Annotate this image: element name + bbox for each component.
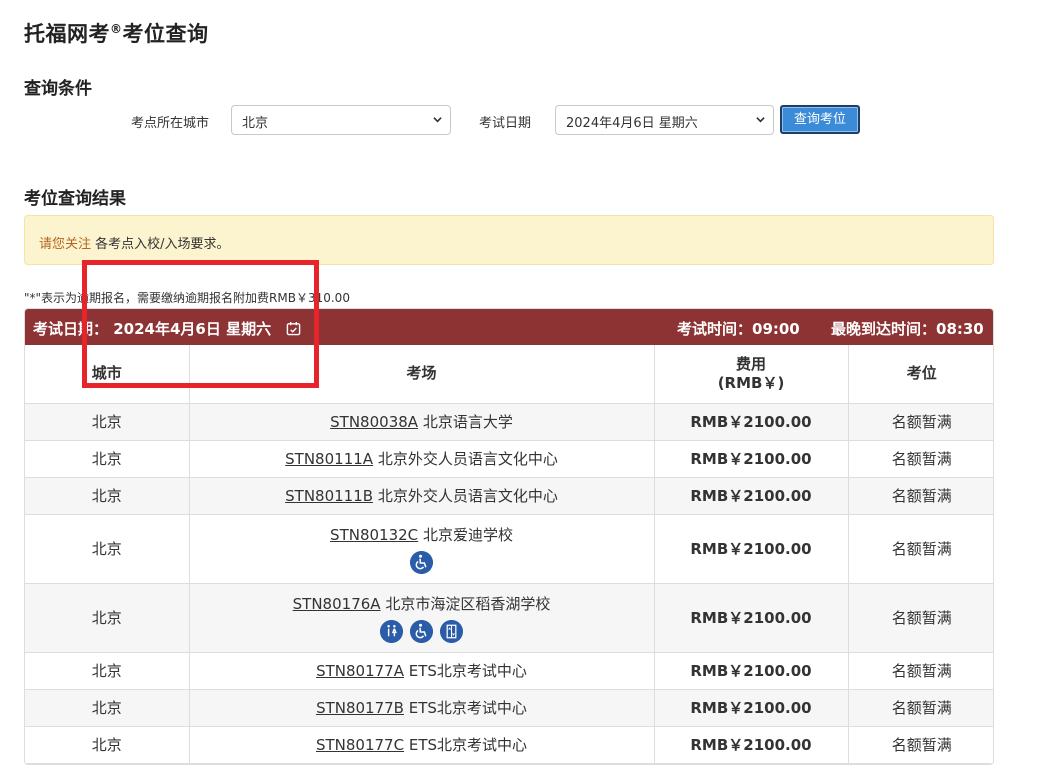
wheelchair-icon (410, 619, 433, 643)
chevron-down-icon (756, 117, 765, 123)
cell-venue: STN80177A ETS北京考试中心 (189, 652, 655, 690)
calendar-check-icon[interactable] (286, 321, 301, 336)
results-table: 城市 考场 费用 (RMB￥) 考位 北京 STN80038A 北京语言大学 RM… (25, 345, 993, 764)
alert-text: 各考点入校/入场要求。 (91, 237, 230, 252)
cell-fee: RMB￥2100.00 (654, 440, 849, 478)
cell-seat: 名额暂满 (848, 514, 993, 584)
late-registration-note: "*"表示为逾期报名，需要缴纳逾期报名附加费RMB￥310.00 (24, 291, 350, 305)
elevator-icon (439, 619, 463, 643)
page-title: 托福网考®考位查询 (24, 22, 209, 46)
table-row: 北京 STN80177B ETS北京考试中心 RMB￥2100.00 名额暂满 (25, 689, 993, 727)
venue-name: 北京市海淀区稻香湖学校 (385, 594, 551, 613)
cell-venue: STN80177B ETS北京考试中心 (189, 689, 655, 727)
cell-fee: RMB￥2100.00 (654, 514, 849, 584)
venue-code-link[interactable]: STN80177C (316, 736, 404, 754)
restroom-icon (380, 619, 404, 643)
chevron-down-icon (433, 117, 442, 123)
notice-alert: 请您关注 各考点入校/入场要求。 (24, 215, 994, 265)
table-row: 北京 STN80177C ETS北京考试中心 RMB￥2100.00 名额暂满 (25, 726, 993, 764)
table-row: 北京 STN80111A 北京外交人员语言文化中心 RMB￥2100.00 名额… (25, 440, 993, 478)
cell-fee: RMB￥2100.00 (654, 689, 849, 727)
cell-city: 北京 (25, 514, 190, 584)
cell-city: 北京 (25, 689, 190, 727)
cell-seat: 名额暂满 (848, 583, 993, 653)
query-form: 考点所在城市 北京 考试日期 2024年4月6日 星期六 查询考位 (0, 105, 1052, 135)
venue-code-link[interactable]: STN80177B (316, 699, 404, 717)
header-city: 城市 (25, 345, 190, 404)
cell-venue: STN80176A 北京市海淀区稻香湖学校 (189, 583, 655, 653)
cell-city: 北京 (25, 440, 190, 478)
cell-city: 北京 (25, 652, 190, 690)
cell-venue: STN80132C 北京爱迪学校 (189, 514, 655, 584)
cell-fee: RMB￥2100.00 (654, 726, 849, 764)
venue-name: ETS北京考试中心 (408, 699, 527, 717)
venue-name: 北京爱迪学校 (422, 525, 513, 544)
cell-fee: RMB￥2100.00 (654, 583, 849, 653)
cell-seat: 名额暂满 (848, 477, 993, 515)
cell-city: 北京 (25, 477, 190, 515)
venue-name: ETS北京考试中心 (408, 662, 527, 680)
cell-fee: RMB￥2100.00 (654, 652, 849, 690)
date-label: 考试日期 (479, 116, 532, 131)
cell-seat: 名额暂满 (848, 440, 993, 478)
cell-seat: 名额暂满 (848, 689, 993, 727)
exam-time: 考试时间：09:00 (677, 320, 800, 338)
date-select[interactable]: 2024年4月6日 星期六 (555, 105, 774, 135)
cell-venue: STN80038A 北京语言大学 (189, 403, 655, 441)
table-row: 北京 STN80111B 北京外交人员语言文化中心 RMB￥2100.00 名额… (25, 477, 993, 515)
results-table-panel: 考试日期： 2024年4月6日 星期六 考试时间：09:00 最晚到达时间：08… (24, 308, 994, 765)
cell-seat: 名额暂满 (848, 652, 993, 690)
exam-date-value: 2024年4月6日 星期六 (113, 320, 272, 338)
cell-venue: STN80111B 北京外交人员语言文化中心 (189, 477, 655, 515)
wheelchair-icon (410, 550, 433, 574)
venue-code-link[interactable]: STN80177A (316, 662, 404, 680)
table-row: 北京 STN80177A ETS北京考试中心 RMB￥2100.00 名额暂满 (25, 652, 993, 690)
header-fee: 费用 (RMB￥) (654, 345, 849, 404)
query-seats-button[interactable]: 查询考位 (780, 105, 860, 134)
result-section-title: 考位查询结果 (24, 189, 126, 209)
venue-code-link[interactable]: STN80176A (293, 595, 381, 613)
table-row: 北京 STN80038A 北京语言大学 RMB￥2100.00 名额暂满 (25, 403, 993, 441)
venue-name: 北京外交人员语言文化中心 (377, 487, 558, 505)
latest-arrival-time: 最晚到达时间：08:30 (831, 320, 984, 338)
venue-name: ETS北京考试中心 (408, 736, 528, 754)
alert-highlight-link[interactable]: 请您关注 (39, 237, 91, 252)
cell-fee: RMB￥2100.00 (654, 403, 849, 441)
exam-date-bar: 考试日期： 2024年4月6日 星期六 考试时间：09:00 最晚到达时间：08… (25, 309, 993, 345)
cell-venue: STN80177C ETS北京考试中心 (189, 726, 655, 764)
table-row: 北京 STN80176A 北京市海淀区稻香湖学校 RMB￥2100.00 名额暂… (25, 583, 993, 653)
city-select-value: 北京 (242, 116, 269, 131)
city-label: 考点所在城市 (131, 116, 210, 131)
venue-code-link[interactable]: STN80038A (330, 413, 418, 431)
date-select-value: 2024年4月6日 星期六 (566, 116, 698, 131)
cell-fee: RMB￥2100.00 (654, 477, 849, 515)
cell-seat: 名额暂满 (848, 726, 993, 764)
header-venue: 考场 (189, 345, 655, 404)
table-header-row: 城市 考场 费用 (RMB￥) 考位 (25, 345, 993, 404)
cell-city: 北京 (25, 583, 190, 653)
venue-code-link[interactable]: STN80111B (285, 487, 373, 505)
venue-name: 北京外交人员语言文化中心 (377, 450, 558, 468)
venue-code-link[interactable]: STN80111A (285, 450, 373, 468)
header-seat: 考位 (848, 345, 993, 404)
cell-city: 北京 (25, 726, 190, 764)
query-section-title: 查询条件 (24, 79, 92, 99)
city-select[interactable]: 北京 (231, 105, 451, 135)
cell-city: 北京 (25, 403, 190, 441)
table-row: 北京 STN80132C 北京爱迪学校 RMB￥2100.00 名额暂满 (25, 514, 993, 584)
venue-name: 北京语言大学 (422, 413, 513, 431)
exam-date-label: 考试日期： (33, 320, 109, 338)
cell-venue: STN80111A 北京外交人员语言文化中心 (189, 440, 655, 478)
venue-code-link[interactable]: STN80132C (330, 526, 418, 544)
cell-seat: 名额暂满 (848, 403, 993, 441)
